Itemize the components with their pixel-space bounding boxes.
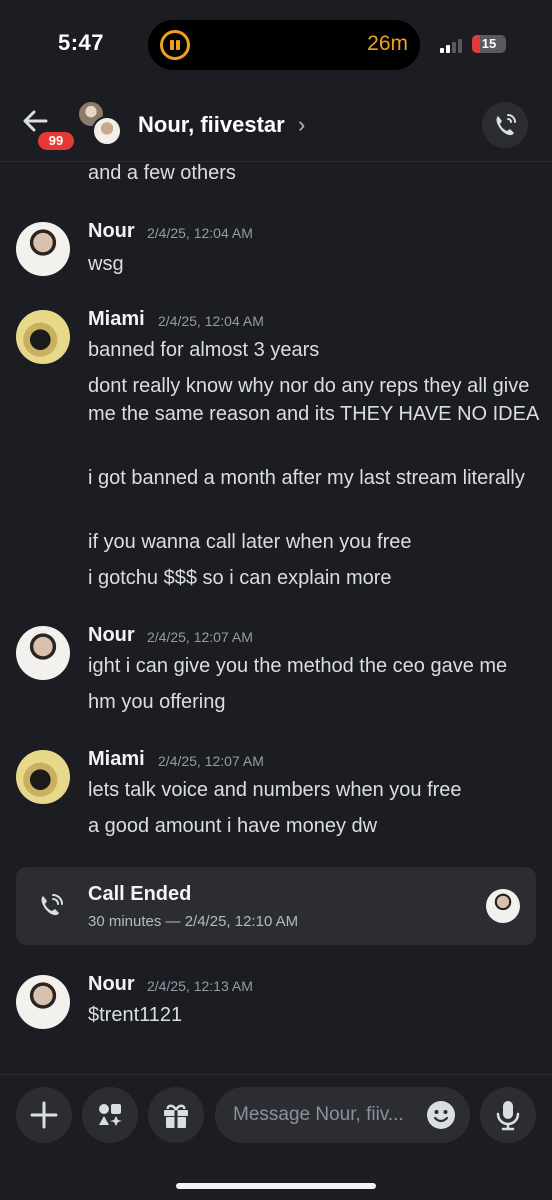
message-composer: Message Nour, fiiv... [0,1074,552,1200]
add-attachment-button[interactable] [16,1087,72,1143]
phone-icon [496,114,516,136]
activity-timer: 26m [367,32,408,55]
dynamic-island[interactable]: 26m [148,20,420,70]
pause-icon [160,30,190,60]
voice-call-button[interactable] [482,102,528,148]
author-name[interactable]: Miami [88,748,145,771]
gift-icon [164,1104,188,1128]
message-input-placeholder: Message Nour, fiiv... [233,1104,404,1125]
battery-icon: 15 [472,35,506,53]
plus-icon [30,1101,58,1129]
message-list[interactable]: and a few others Nour 2/4/25, 12:04 AM w… [0,162,552,1074]
timestamp: 2/4/25, 12:07 AM [147,629,253,645]
battery-level: 15 [481,36,497,51]
chevron-right-icon[interactable]: › [298,112,305,138]
channel-title[interactable]: Nour, fiivestar [138,112,285,138]
message-text: i got banned a month after my last strea… [88,467,525,489]
emoji-icon[interactable] [426,1100,456,1130]
call-status-title: Call Ended [88,883,192,905]
avatar[interactable] [16,626,70,680]
message-text: lets talk voice and numbers when you fre… [88,779,462,801]
call-ended-card[interactable]: Call Ended 30 minutes — 2/4/25, 12:10 AM [16,867,536,945]
message-input[interactable]: Message Nour, fiiv... [215,1087,470,1143]
message-text: if you wanna call later when you free [88,531,412,553]
apps-icon [99,1104,122,1126]
gift-button[interactable] [148,1087,204,1143]
call-duration: 30 minutes — 2/4/25, 12:10 AM [88,913,299,930]
message-text: i gotchu $$$ so i can explain more [88,567,392,589]
message-text: ight i can give you the method the ceo g… [88,655,508,677]
status-time: 5:47 [58,30,105,55]
apps-button[interactable] [82,1087,138,1143]
microphone-icon [496,1101,520,1131]
unread-badge: 99 [36,130,76,152]
participant-avatar [486,889,520,923]
message-text: and a few others [88,162,236,184]
message-text: wsg [88,253,124,275]
channel-header: 99 Nour, fiivestar › [0,90,552,162]
author-name[interactable]: Miami [88,308,145,331]
timestamp: 2/4/25, 12:04 AM [158,313,264,329]
timestamp: 2/4/25, 12:13 AM [147,978,253,994]
status-bar: 5:47 26m 15 [0,0,552,90]
author-name[interactable]: Nour [88,220,135,243]
avatar[interactable] [16,975,70,1029]
phone-ended-icon [41,894,63,916]
group-avatar [92,116,122,146]
timestamp: 2/4/25, 12:07 AM [158,753,264,769]
author-name[interactable]: Nour [88,973,135,996]
voice-message-button[interactable] [480,1087,536,1143]
message-text: dont really know why nor do any reps the… [88,375,540,425]
author-name[interactable]: Nour [88,624,135,647]
avatar[interactable] [16,750,70,804]
timestamp: 2/4/25, 12:04 AM [147,225,253,241]
message-text: hm you offering [88,691,226,713]
home-indicator[interactable] [176,1183,376,1189]
avatar[interactable] [16,222,70,276]
message-text: a good amount i have money dw [88,815,378,837]
avatar[interactable] [16,310,70,364]
message-text: $trent1121 [88,1004,183,1026]
message-text: banned for almost 3 years [88,339,320,361]
cellular-signal-icon [440,37,464,53]
